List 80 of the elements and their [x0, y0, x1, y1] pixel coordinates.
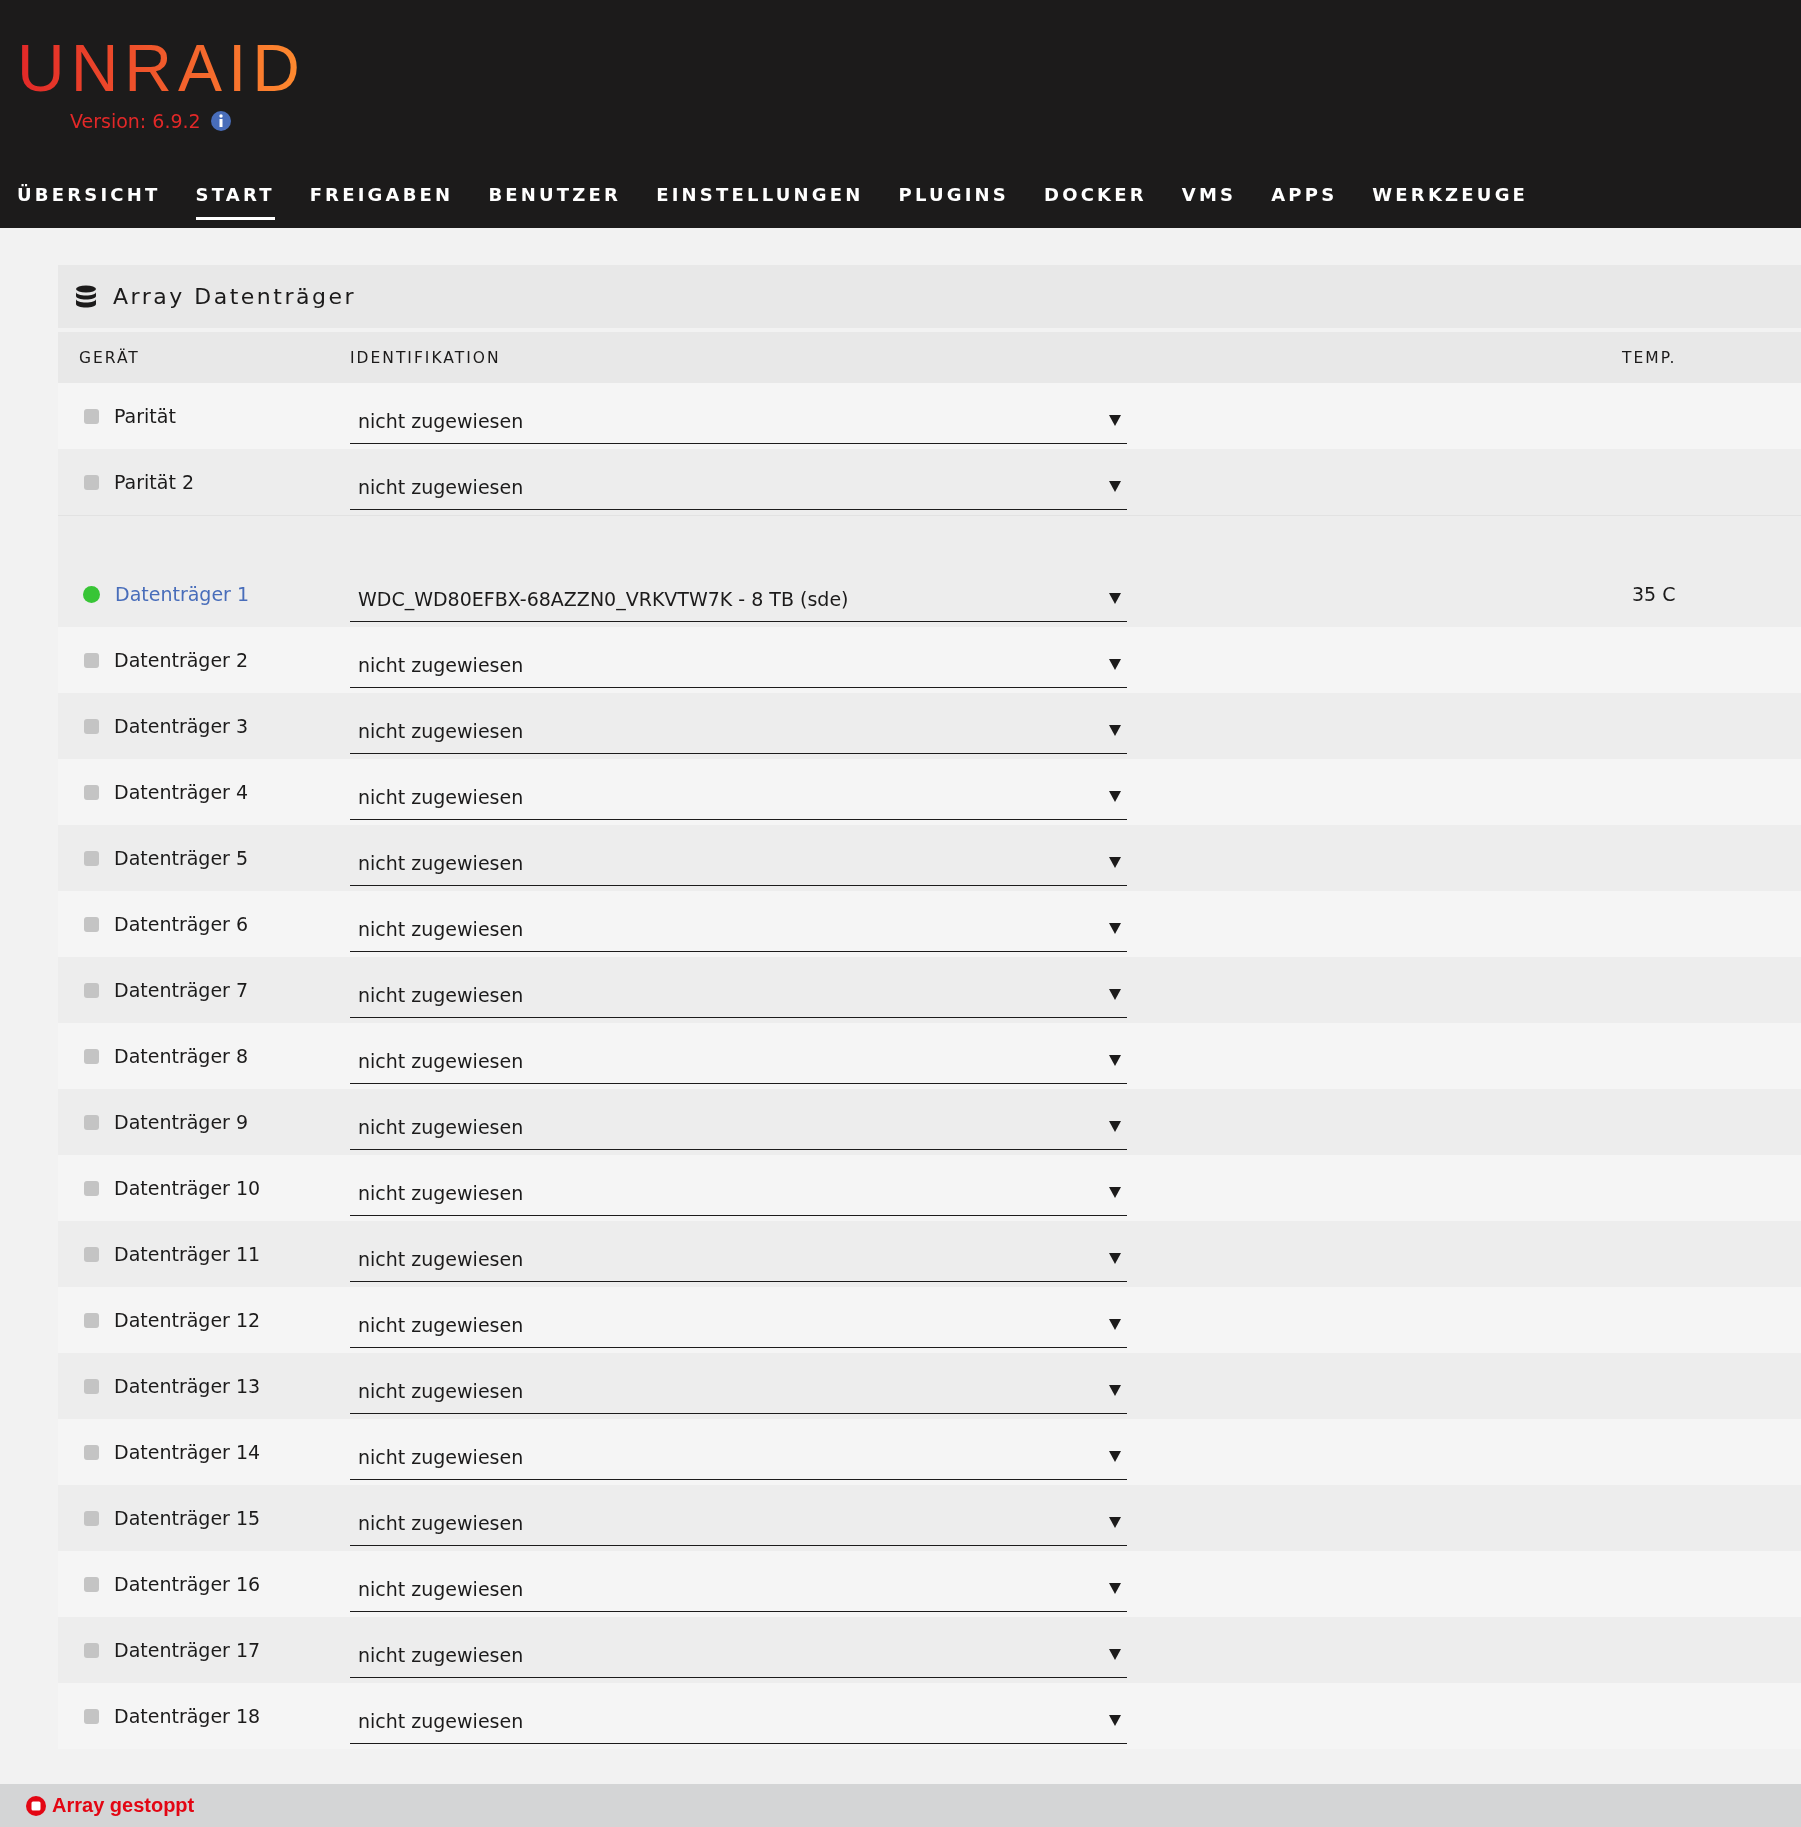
- column-header: TEMP.: [1622, 348, 1677, 367]
- device-label: Datenträger 6: [114, 913, 249, 935]
- caret-icon: [1109, 1253, 1121, 1264]
- device-label: Datenträger 8: [114, 1045, 249, 1067]
- disk-dropdown[interactable]: nicht zugewiesen: [350, 1302, 1127, 1348]
- disk-dropdown[interactable]: nicht zugewiesen: [350, 1632, 1127, 1678]
- device-link[interactable]: Datenträger 1: [115, 583, 250, 605]
- device-label: Datenträger 7: [114, 979, 249, 1001]
- disk-dropdown[interactable]: nicht zugewiesen: [350, 398, 1127, 444]
- caret-icon: [1109, 1055, 1121, 1066]
- column-header: GERÄT: [79, 348, 140, 367]
- nav-tab[interactable]: DOCKER: [1044, 184, 1147, 220]
- caret-icon: [1109, 415, 1121, 426]
- array-status: Array gestoppt: [52, 1794, 195, 1817]
- temperature-value: 35 C: [1632, 583, 1676, 605]
- caret-icon: [1109, 659, 1121, 670]
- caret-icon: [1109, 1385, 1121, 1396]
- disk-dropdown[interactable]: nicht zugewiesen: [350, 1566, 1127, 1612]
- disk-dropdown[interactable]: nicht zugewiesen: [350, 1434, 1127, 1480]
- caret-icon: [1109, 725, 1121, 736]
- panel-title: Array Datenträger: [113, 284, 356, 309]
- caret-icon: [1109, 593, 1121, 604]
- nav-tab[interactable]: WERKZEUGE: [1372, 184, 1529, 220]
- device-label: Datenträger 10: [114, 1177, 261, 1199]
- database-icon: [75, 284, 97, 309]
- device-label: Parität: [114, 405, 176, 427]
- disk-dropdown[interactable]: WDC_WD80EFBX-68AZZN0_VRKVTW7K - 8 TB (sde): [350, 576, 1127, 622]
- caret-icon: [1109, 1517, 1121, 1528]
- device-label: Datenträger 3: [114, 715, 249, 737]
- caret-icon: [1109, 923, 1121, 934]
- nav-tab[interactable]: BENUTZER: [488, 184, 622, 220]
- caret-icon: [1109, 1121, 1121, 1132]
- disk-dropdown[interactable]: nicht zugewiesen: [350, 642, 1127, 688]
- disk-dropdown[interactable]: nicht zugewiesen: [350, 1500, 1127, 1546]
- disk-dropdown[interactable]: nicht zugewiesen: [350, 1236, 1127, 1282]
- device-label: Datenträger 15: [114, 1507, 261, 1529]
- caret-icon: [1109, 857, 1121, 868]
- info-icon[interactable]: [210, 111, 231, 131]
- disk-dropdown[interactable]: nicht zugewiesen: [350, 1038, 1127, 1084]
- stop-icon: [26, 1795, 46, 1816]
- disk-dropdown[interactable]: nicht zugewiesen: [350, 972, 1127, 1018]
- nav-tab[interactable]: APPS: [1271, 184, 1338, 220]
- disk-dropdown[interactable]: nicht zugewiesen: [350, 1698, 1127, 1744]
- nav-tab[interactable]: EINSTELLUNGEN: [656, 184, 864, 220]
- caret-icon: [1109, 1583, 1121, 1594]
- caret-icon: [1109, 481, 1121, 492]
- disk-dropdown[interactable]: nicht zugewiesen: [350, 906, 1127, 952]
- nav-tab[interactable]: FREIGABEN: [309, 184, 454, 220]
- disk-dropdown[interactable]: nicht zugewiesen: [350, 708, 1127, 754]
- device-label: Datenträger 2: [114, 649, 249, 671]
- device-label: Datenträger 12: [114, 1309, 261, 1331]
- disk-dropdown[interactable]: nicht zugewiesen: [350, 464, 1127, 510]
- device-label: Datenträger 5: [114, 847, 249, 869]
- caret-icon: [1109, 1649, 1121, 1660]
- nav-tab[interactable]: ÜBERSICHT: [17, 184, 161, 220]
- column-header: IDENTIFIKATION: [350, 348, 501, 367]
- device-label: Datenträger 16: [114, 1573, 261, 1595]
- disk-dropdown[interactable]: nicht zugewiesen: [350, 840, 1127, 886]
- device-label: Datenträger 11: [114, 1243, 261, 1265]
- caret-icon: [1109, 791, 1121, 802]
- caret-icon: [1109, 1451, 1121, 1462]
- nav-tab[interactable]: PLUGINS: [898, 184, 1010, 220]
- disk-dropdown[interactable]: nicht zugewiesen: [350, 774, 1127, 820]
- nav-tab[interactable]: VMS: [1181, 184, 1237, 220]
- disk-dropdown[interactable]: nicht zugewiesen: [350, 1170, 1127, 1216]
- device-label: Datenträger 14: [114, 1441, 261, 1463]
- version-label: Version: 6.9.2: [70, 110, 201, 132]
- disk-dropdown[interactable]: nicht zugewiesen: [350, 1104, 1127, 1150]
- caret-icon: [1109, 1715, 1121, 1726]
- device-label: Datenträger 9: [114, 1111, 249, 1133]
- device-label: Datenträger 17: [114, 1639, 261, 1661]
- caret-icon: [1109, 1187, 1121, 1198]
- device-label: Datenträger 13: [114, 1375, 261, 1397]
- device-label: Datenträger 18: [114, 1705, 261, 1727]
- nav-tab[interactable]: START: [195, 184, 275, 220]
- disk-dropdown[interactable]: nicht zugewiesen: [350, 1368, 1127, 1414]
- caret-icon: [1109, 1319, 1121, 1330]
- device-label: Parität 2: [114, 471, 194, 493]
- device-label: Datenträger 4: [114, 781, 249, 803]
- caret-icon: [1109, 989, 1121, 1000]
